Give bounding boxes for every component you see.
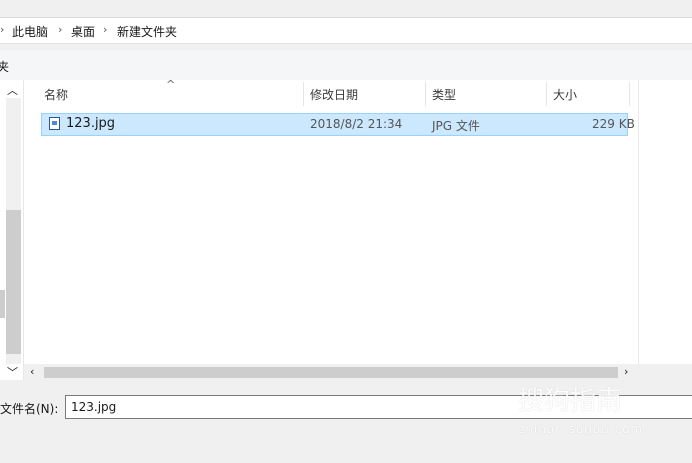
file-size: 229 KB (592, 117, 635, 131)
scroll-up-icon[interactable]: ︿ (7, 82, 18, 98)
watermark-url: zhinan.sogou.com (518, 422, 644, 436)
scroll-down-icon[interactable]: ﹀ (7, 364, 18, 380)
file-row[interactable]: 123.jpg 2018/8/2 21:34 JPG 文件 229 KB (41, 113, 635, 136)
navigation-pane-edge (0, 290, 5, 318)
column-divider[interactable] (629, 82, 630, 106)
file-name: 123.jpg (66, 116, 116, 131)
new-folder-button[interactable]: 夹 (0, 58, 9, 75)
scroll-left-icon[interactable]: ‹ (30, 365, 34, 378)
toolbar: 夹 (0, 50, 692, 80)
horizontal-scroll-thumb[interactable] (44, 367, 618, 378)
breadcrumb-item-this-pc[interactable]: 此电脑 (12, 23, 48, 40)
breadcrumb-separator-icon[interactable]: › (58, 23, 62, 36)
image-file-icon (49, 117, 60, 130)
file-list-margin (638, 80, 692, 364)
horizontal-scrollbar[interactable]: ‹ › (24, 364, 638, 381)
column-divider[interactable] (546, 82, 547, 106)
breadcrumb-separator-icon[interactable]: › (103, 23, 107, 36)
file-list: ^ 名称 修改日期 类型 大小 123.jpg 2018/8/2 21:34 J… (24, 78, 638, 364)
breadcrumb-item-desktop[interactable]: 桌面 (71, 23, 95, 40)
filename-label: 文件名(N): (0, 402, 59, 416)
watermark-logo: 搜狗指南 (518, 386, 623, 416)
breadcrumb-separator-icon[interactable]: › (0, 23, 4, 36)
column-divider[interactable] (425, 82, 426, 106)
column-header-modified[interactable]: 修改日期 (310, 86, 358, 103)
breadcrumb-item-new-folder[interactable]: 新建文件夹 (117, 23, 177, 40)
file-type: JPG 文件 (432, 119, 480, 133)
column-header-name[interactable]: 名称 (44, 86, 68, 103)
breadcrumb: › 此电脑 › 桌面 › 新建文件夹 (0, 17, 692, 44)
scroll-right-icon[interactable]: › (624, 365, 628, 378)
column-header-type[interactable]: 类型 (432, 86, 456, 103)
sort-ascending-icon: ^ (166, 78, 176, 91)
column-divider[interactable] (303, 82, 304, 106)
column-header-size[interactable]: 大小 (553, 86, 577, 103)
file-modified: 2018/8/2 21:34 (310, 117, 403, 131)
navigation-pane-scroll-thumb[interactable] (6, 210, 21, 354)
